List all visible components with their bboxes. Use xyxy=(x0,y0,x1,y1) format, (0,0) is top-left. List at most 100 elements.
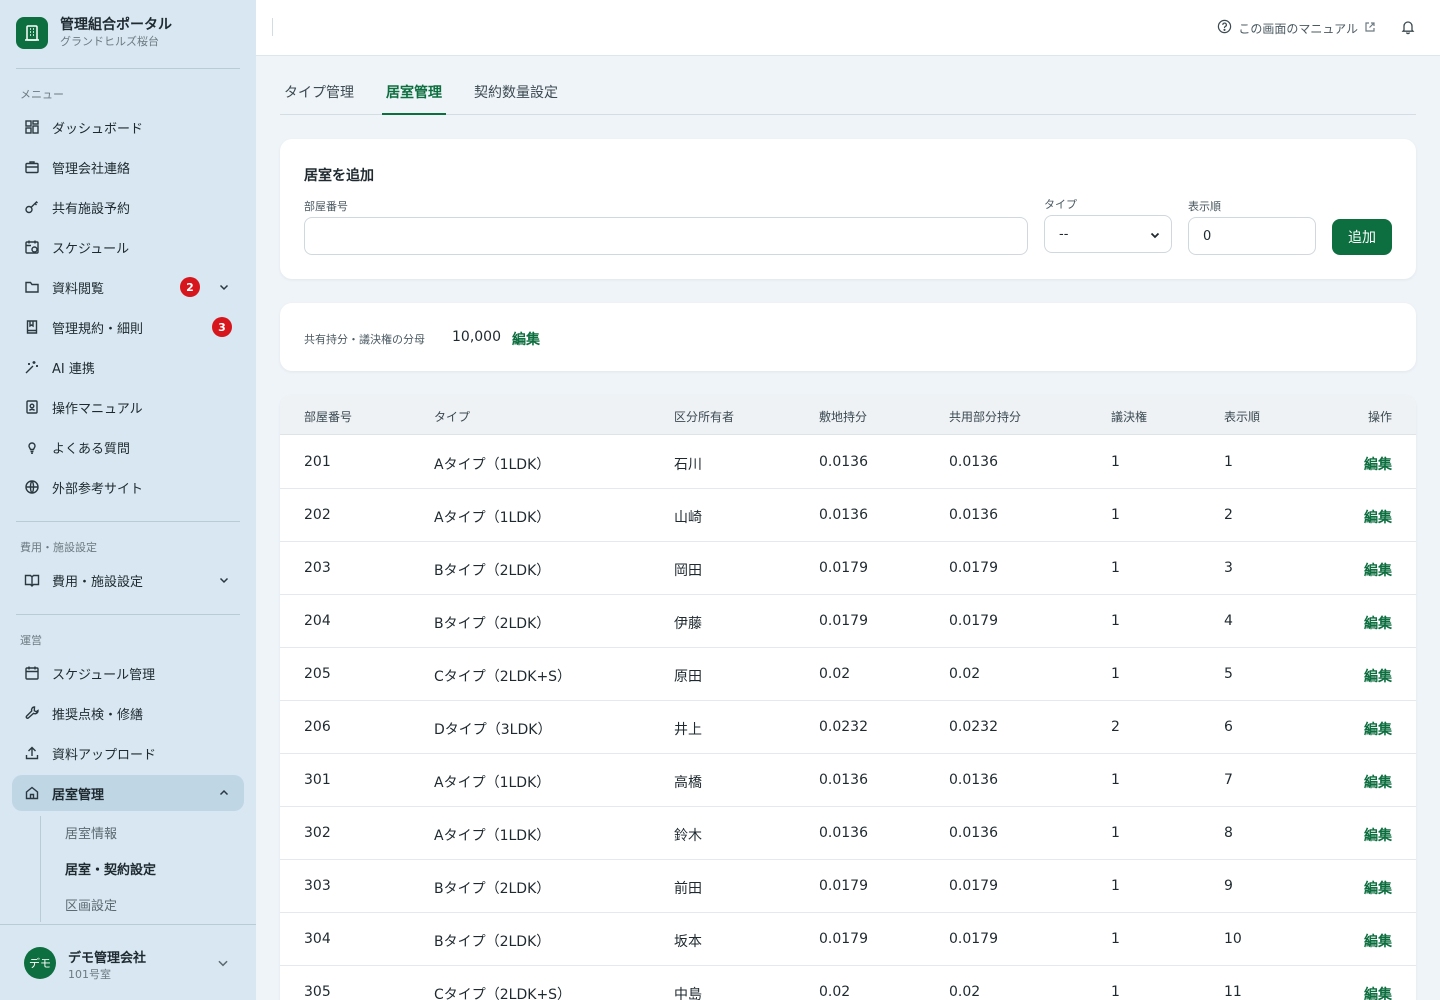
fees-section-label: 費用・施設設定 xyxy=(20,541,97,554)
tab-type-management[interactable]: タイプ管理 xyxy=(284,82,354,115)
sidebar-item-label: ダッシュボード xyxy=(52,121,144,137)
sidebar-item-manual[interactable]: 操作マニュアル xyxy=(12,389,244,425)
sidebar-item-label: スケジュール管理 xyxy=(52,667,156,683)
table-row: 305 Cタイプ（2LDK+S） 中島 0.02 0.02 1 11 編集 xyxy=(280,966,1416,1000)
row-edit-link[interactable]: 編集 xyxy=(1364,560,1392,580)
row-edit-link[interactable]: 編集 xyxy=(1364,878,1392,898)
cell-display-order: 6 xyxy=(1224,719,1233,735)
cell-site-share: 0.0179 xyxy=(819,931,868,947)
sidebar-item-room-management[interactable]: 居室管理 xyxy=(12,775,244,811)
cell-room-number: 202 xyxy=(304,507,331,523)
cell-room-number: 204 xyxy=(304,613,331,629)
row-edit-link[interactable]: 編集 xyxy=(1364,825,1392,845)
chevron-down-icon xyxy=(216,955,230,974)
sidebar-item-documents[interactable]: 資料閲覧 2 xyxy=(12,269,244,305)
row-edit-link[interactable]: 編集 xyxy=(1364,454,1392,474)
column-header-site-share: 敷地持分 xyxy=(819,410,868,424)
sidebar-item-label: AI 連携 xyxy=(52,361,95,377)
cell-owner: 高橋 xyxy=(674,775,702,791)
tab-bar: タイプ管理 居室管理 契約数量設定 xyxy=(280,72,1416,115)
cell-common-share: 0.0232 xyxy=(949,719,998,735)
cell-display-order: 4 xyxy=(1224,613,1233,629)
submenu-item-room-info[interactable]: 居室情報 xyxy=(65,823,117,842)
brand[interactable]: 管理組合ポータル グランドヒルズ桜台 xyxy=(16,16,172,50)
sidebar-item-faq[interactable]: よくある質問 xyxy=(12,429,244,465)
cell-owner: 岡田 xyxy=(674,563,702,579)
sidebar-item-schedule[interactable]: スケジュール xyxy=(12,229,244,265)
type-select[interactable]: -- xyxy=(1044,215,1172,253)
grid-icon xyxy=(24,119,40,135)
sidebar-item-label: 外部参考サイト xyxy=(52,481,144,497)
column-header-display-order: 表示順 xyxy=(1224,410,1261,424)
cell-owner: 伊藤 xyxy=(674,616,702,632)
cell-voting-rights: 2 xyxy=(1111,719,1120,735)
tab-contract-quantity[interactable]: 契約数量設定 xyxy=(474,82,558,115)
row-edit-link[interactable]: 編集 xyxy=(1364,613,1392,633)
screen-manual-link[interactable]: この画面のマニュアル xyxy=(1217,19,1376,37)
sidebar-item-external-sites[interactable]: 外部参考サイト xyxy=(12,469,244,505)
unread-badge: 2 xyxy=(180,277,200,297)
room-number-input[interactable] xyxy=(304,217,1028,255)
tab-room-management[interactable]: 居室管理 xyxy=(382,82,446,115)
account-switcher[interactable]: デモ デモ管理会社 101号室 xyxy=(0,924,256,1000)
cell-voting-rights: 1 xyxy=(1111,772,1120,788)
sidebar-item-facility-booking[interactable]: 共有施設予約 xyxy=(12,189,244,225)
cell-type: Aタイプ（1LDK） xyxy=(434,828,551,844)
chevron-down-icon[interactable] xyxy=(216,279,232,295)
add-room-title: 居室を追加 xyxy=(304,168,374,184)
row-edit-link[interactable]: 編集 xyxy=(1364,931,1392,951)
sidebar-item-label: 資料閲覧 xyxy=(52,281,105,297)
denominator-edit-link[interactable]: 編集 xyxy=(512,329,540,349)
cell-owner: 前田 xyxy=(674,881,702,897)
display-order-input[interactable]: 0 xyxy=(1188,217,1316,255)
cell-room-number: 305 xyxy=(304,984,331,1000)
cell-type: Bタイプ（2LDK） xyxy=(434,616,551,632)
row-edit-link[interactable]: 編集 xyxy=(1364,507,1392,527)
cell-display-order: 5 xyxy=(1224,666,1233,682)
screen-manual-label: この画面のマニュアル xyxy=(1238,21,1358,36)
cell-site-share: 0.0179 xyxy=(819,560,868,576)
sidebar-item-fees-settings[interactable]: 費用・施設設定 xyxy=(12,562,244,598)
cell-owner: 中島 xyxy=(674,987,702,1000)
table-row: 202 Aタイプ（1LDK） 山崎 0.0136 0.0136 1 2 編集 xyxy=(280,489,1416,542)
table-row: 206 Dタイプ（3LDK） 井上 0.0232 0.0232 2 6 編集 xyxy=(280,701,1416,754)
bell-icon[interactable] xyxy=(1400,19,1416,39)
cell-room-number: 205 xyxy=(304,666,331,682)
cell-owner: 山崎 xyxy=(674,510,702,526)
cell-site-share: 0.02 xyxy=(819,984,851,1000)
building-logo-icon xyxy=(16,17,48,49)
cell-voting-rights: 1 xyxy=(1111,666,1120,682)
cell-display-order: 2 xyxy=(1224,507,1233,523)
row-edit-link[interactable]: 編集 xyxy=(1364,984,1392,1000)
sidebar-item-ai[interactable]: AI 連携 xyxy=(12,349,244,385)
lightbulb-icon xyxy=(24,439,40,455)
sidebar-item-schedule-management[interactable]: スケジュール管理 xyxy=(12,655,244,691)
sidebar-item-dashboard[interactable]: ダッシュボード xyxy=(12,109,244,145)
cell-type: Bタイプ（2LDK） xyxy=(434,563,551,579)
add-room-button[interactable]: 追加 xyxy=(1332,219,1392,255)
submenu-item-room-contract-settings[interactable]: 居室・契約設定 xyxy=(65,859,156,878)
sidebar-item-inspection-repair[interactable]: 推奨点検・修繕 xyxy=(12,695,244,731)
cell-room-number: 203 xyxy=(304,560,331,576)
submenu-item-section-settings[interactable]: 区画設定 xyxy=(65,895,117,914)
folder-icon xyxy=(24,279,40,295)
row-edit-link[interactable]: 編集 xyxy=(1364,772,1392,792)
row-edit-link[interactable]: 編集 xyxy=(1364,666,1392,686)
chevron-down-icon[interactable] xyxy=(216,572,232,588)
home-icon xyxy=(24,785,40,801)
sidebar-item-bylaws[interactable]: 管理規約・細則 3 xyxy=(12,309,244,345)
cell-display-order: 1 xyxy=(1224,454,1233,470)
chevron-up-icon[interactable] xyxy=(216,785,232,801)
cell-voting-rights: 1 xyxy=(1111,931,1120,947)
sidebar-item-label: 操作マニュアル xyxy=(52,401,143,417)
cell-room-number: 201 xyxy=(304,454,331,470)
cell-owner: 鈴木 xyxy=(674,828,702,844)
sidebar-item-management-contact[interactable]: 管理会社連絡 xyxy=(12,149,244,185)
row-edit-link[interactable]: 編集 xyxy=(1364,719,1392,739)
cell-display-order: 3 xyxy=(1224,560,1233,576)
sidebar-item-document-upload[interactable]: 資料アップロード xyxy=(12,735,244,771)
sidebar-item-label: スケジュール xyxy=(52,241,130,257)
cell-display-order: 9 xyxy=(1224,878,1233,894)
cell-display-order: 11 xyxy=(1224,984,1242,1000)
table-row: 201 Aタイプ（1LDK） 石川 0.0136 0.0136 1 1 編集 xyxy=(280,436,1416,489)
